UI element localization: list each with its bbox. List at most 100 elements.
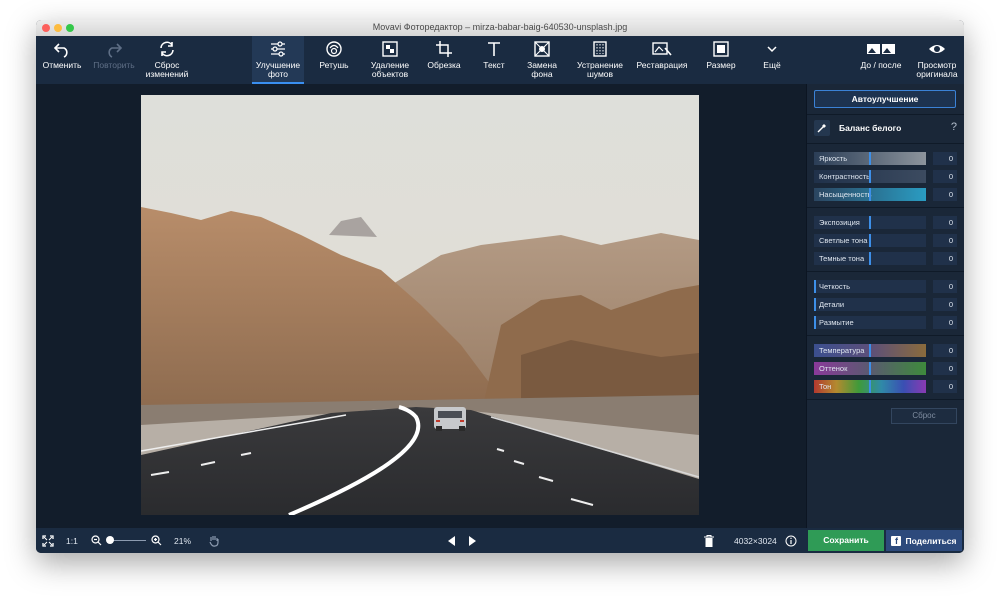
tab-restoration[interactable]: Реставрация [632,36,692,84]
tab-remove-objects[interactable]: Удаление объектов [364,36,416,84]
clarity-value[interactable]: 0 [933,280,957,293]
facebook-icon: f [891,535,902,546]
brightness-label: Яркость [819,154,848,163]
slider-handle[interactable] [869,380,871,393]
actual-size-button[interactable]: 1:1 [66,528,78,553]
slider-handle[interactable] [869,234,871,247]
slider-handle[interactable] [814,316,816,329]
save-button[interactable]: Сохранить [808,530,884,551]
zoom-in-icon [151,535,162,546]
highlights-slider[interactable]: Светлые тона [814,234,926,247]
slider-handle[interactable] [869,170,871,183]
tab-replace-background[interactable]: Замена фона [520,36,564,84]
saturation-slider[interactable]: Насыщенность [814,188,926,201]
slider-handle[interactable] [869,152,871,165]
help-icon[interactable]: ? [951,121,957,133]
blur-label: Размытие [819,318,854,327]
info-button[interactable] [785,528,797,553]
tab-enhance-photo[interactable]: Улучшение фото [252,36,304,84]
exposure-value[interactable]: 0 [933,216,957,229]
tint-value[interactable]: 0 [933,362,957,375]
undo-icon [53,43,68,58]
preview-original-label: Просмотр оригинала [916,60,958,79]
temperature-slider[interactable]: Температура [814,344,926,357]
zoom-slider-handle[interactable] [106,536,114,544]
highlights-value[interactable]: 0 [933,234,957,247]
slider-handle[interactable] [814,280,816,293]
brightness-slider[interactable]: Яркость [814,152,926,165]
slider-handle[interactable] [814,298,816,311]
fit-screen-button[interactable] [42,528,54,553]
chevron-down-icon [767,46,777,53]
details-slider[interactable]: Детали [814,298,926,311]
more-menu-button[interactable]: Ещё [752,36,792,84]
hue-slider[interactable]: Тон [814,380,926,393]
undo-button[interactable]: Отменить [40,36,84,84]
contrast-value[interactable]: 0 [933,170,957,183]
hand-icon [209,536,219,547]
hue-value[interactable]: 0 [933,380,957,393]
window-title: Movavi Фоторедактор – mirza-babar-baig-6… [372,22,628,32]
tab-resize[interactable]: Размер [700,36,742,84]
pan-hand-button[interactable] [208,528,220,553]
redo-label: Повторить [93,60,135,70]
slider-handle[interactable] [869,188,871,201]
slider-handle[interactable] [869,216,871,229]
next-image-button[interactable] [468,528,476,553]
clarity-slider[interactable]: Четкость [814,280,926,293]
white-balance-row: Баланс белого ? [814,120,957,136]
white-balance-label: Баланс белого [839,123,902,133]
trash-icon [704,534,714,547]
zoom-out-button[interactable] [91,528,102,553]
saturation-value[interactable]: 0 [933,188,957,201]
zoom-in-button[interactable] [151,528,162,553]
preview-original-button[interactable]: Просмотр оригинала [912,36,962,84]
zoom-level: 21% [174,535,192,546]
details-label: Детали [819,300,845,309]
resize-label: Размер [706,60,736,70]
share-button[interactable]: f Поделиться [886,530,962,551]
crop-icon [436,41,452,57]
reset-button[interactable]: Сброс [891,408,957,424]
shadows-slider[interactable]: Темные тона [814,252,926,265]
reset-changes-button[interactable]: Сброс изменений [142,36,192,84]
expand-icon [42,534,54,547]
refresh-icon [160,41,174,57]
delete-button[interactable] [704,528,714,553]
tab-text[interactable]: Текст [472,36,516,84]
highlights-label: Светлые тона [819,236,868,245]
tab-denoise[interactable]: Устранение шумов [572,36,628,84]
blur-value[interactable]: 0 [933,316,957,329]
slider-handle[interactable] [869,362,871,375]
restoration-label: Реставрация [636,60,688,70]
slider-handle[interactable] [869,252,871,265]
crop-label: Обрезка [427,60,461,70]
image-canvas[interactable] [36,84,806,528]
blur-slider[interactable]: Размытие [814,316,926,329]
restore-icon [652,42,672,56]
eyedropper-button[interactable] [814,120,830,136]
tint-slider[interactable]: Оттенок [814,362,926,375]
brightness-value[interactable]: 0 [933,152,957,165]
enhance-label: Улучшение фото [255,60,301,79]
remove-objects-label: Удаление объектов [370,60,410,79]
exposure-slider[interactable]: Экспозиция [814,216,926,229]
shadows-value[interactable]: 0 [933,252,957,265]
before-after-button[interactable]: До / после [856,36,906,84]
details-value[interactable]: 0 [933,298,957,311]
divider [807,114,964,115]
triangle-right-icon [469,535,476,546]
landscape-photo [141,95,699,515]
photo-preview[interactable] [141,95,699,515]
app-window: Movavi Фоторедактор – mirza-babar-baig-6… [36,20,964,553]
divider [807,143,964,144]
denoise-label: Устранение шумов [576,60,624,79]
tab-retouch[interactable]: Ретушь [312,36,356,84]
contrast-slider[interactable]: Контрастность [814,170,926,183]
tab-crop[interactable]: Обрезка [422,36,466,84]
slider-handle[interactable] [869,344,871,357]
auto-enhance-button[interactable]: Автоулучшение [814,90,956,108]
previous-image-button[interactable] [448,528,456,553]
redo-button[interactable]: Повторить [92,36,136,84]
temperature-value[interactable]: 0 [933,344,957,357]
